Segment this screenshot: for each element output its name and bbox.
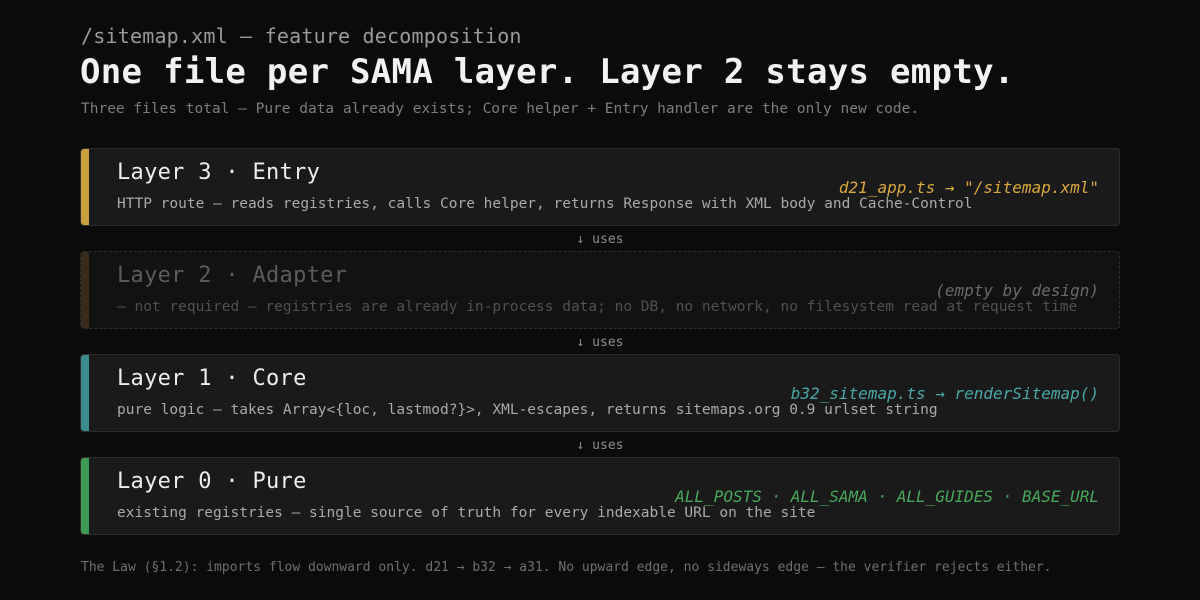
layer-title: Layer 2 · Adapter bbox=[117, 263, 348, 288]
layer-description: existing registries — single source of t… bbox=[117, 505, 816, 521]
layer-1-core-card: Layer 1 · Core pure logic — takes Array<… bbox=[80, 354, 1120, 432]
uses-connector: ↓ uses bbox=[576, 438, 624, 453]
uses-connector: ↓ uses bbox=[576, 335, 624, 350]
layer-accent-bar bbox=[81, 149, 89, 225]
uses-connector: ↓ uses bbox=[576, 232, 624, 247]
layer-2-adapter-card: Layer 2 · Adapter — not required — regis… bbox=[80, 251, 1120, 329]
page-subtitle: Three files total — Pure data already ex… bbox=[81, 101, 920, 117]
footer-law-note: The Law (§1.2): imports flow downward on… bbox=[81, 560, 1052, 575]
layer-file-note: d21_app.ts → "/sitemap.xml" bbox=[838, 178, 1099, 197]
layer-0-pure-card: Layer 0 · Pure existing registries — sin… bbox=[80, 457, 1120, 535]
layer-accent-bar bbox=[81, 252, 89, 328]
layer-description: — not required — registries are already … bbox=[117, 299, 1078, 315]
eyebrow-path: /sitemap.xml — feature decomposition bbox=[81, 24, 522, 48]
layer-description: pure logic — takes Array<{loc, lastmod?}… bbox=[117, 402, 938, 418]
layer-file-note: ALL_POSTS · ALL_SAMA · ALL_GUIDES · BASE… bbox=[675, 487, 1099, 506]
layer-file-note: (empty by design) bbox=[935, 281, 1099, 300]
page-title: One file per SAMA layer. Layer 2 stays e… bbox=[80, 52, 1015, 92]
layer-title: Layer 3 · Entry bbox=[117, 160, 321, 185]
layer-accent-bar bbox=[81, 355, 89, 431]
layer-title: Layer 1 · Core bbox=[117, 366, 307, 391]
layer-3-entry-card: Layer 3 · Entry HTTP route — reads regis… bbox=[80, 148, 1120, 226]
layer-title: Layer 0 · Pure bbox=[117, 469, 307, 494]
layer-description: HTTP route — reads registries, calls Cor… bbox=[117, 196, 973, 212]
layer-accent-bar bbox=[81, 458, 89, 534]
layer-file-note: b32_sitemap.ts → renderSitemap() bbox=[790, 384, 1099, 403]
